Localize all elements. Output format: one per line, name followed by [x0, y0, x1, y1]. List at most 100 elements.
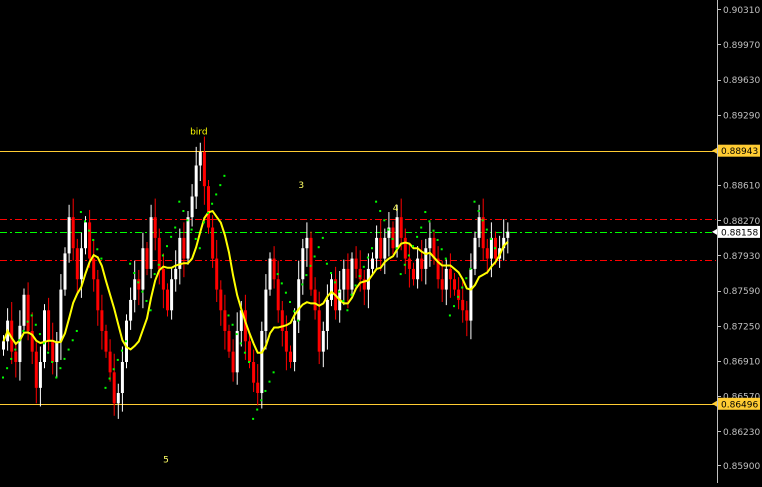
- annotation-label: 4: [393, 204, 399, 214]
- candle-body: [272, 258, 276, 280]
- candle-body: [481, 217, 485, 249]
- candle-body: [260, 330, 264, 394]
- trail-dot: [485, 228, 488, 231]
- trail-dot: [198, 247, 201, 250]
- candle-body: [256, 382, 260, 394]
- candle-body: [198, 152, 202, 166]
- candle-body: [248, 341, 251, 362]
- trail-dot: [297, 319, 300, 322]
- candle-body: [289, 351, 292, 362]
- trail-dot: [38, 333, 41, 336]
- trail-dot: [436, 238, 439, 241]
- trail-dot: [301, 283, 304, 286]
- candle-body: [215, 258, 219, 290]
- trail-dot: [366, 256, 369, 259]
- candle-body: [51, 341, 55, 362]
- candle-body: [34, 351, 38, 388]
- candle-body: [379, 237, 383, 259]
- trail-dot: [395, 247, 398, 250]
- trail-dot: [272, 371, 275, 374]
- trail-dot: [79, 211, 82, 214]
- trail-dot: [481, 219, 484, 222]
- candle-body: [174, 268, 178, 280]
- candle-body: [371, 258, 374, 269]
- trail-dot: [375, 200, 378, 203]
- trail-dot: [51, 360, 54, 363]
- trail-dot: [444, 257, 447, 260]
- trail-dot: [190, 228, 193, 231]
- candle-body: [264, 289, 268, 331]
- y-tick-label: 0.86230: [723, 428, 760, 438]
- candle-body: [489, 237, 493, 259]
- trail-dot: [256, 408, 259, 411]
- trail-dot: [313, 255, 316, 258]
- candle-body: [63, 253, 67, 290]
- candle-body: [284, 330, 288, 352]
- trail-dot: [293, 310, 296, 313]
- candle-body: [252, 361, 256, 383]
- trail-dot: [494, 247, 496, 250]
- trail-dot: [330, 272, 332, 275]
- y-tick-label: 0.85900: [723, 462, 760, 472]
- candle-body: [141, 248, 145, 290]
- trail-dot: [453, 305, 455, 308]
- trail-dot: [379, 209, 382, 212]
- trail-dot: [202, 221, 205, 224]
- candle-body: [309, 237, 313, 290]
- candle-body: [313, 289, 317, 311]
- chart-canvas: bird 3 4 5 0.90310 0.89970 0.89630 0.89290 0.88…: [0, 0, 762, 483]
- trail-dot: [18, 339, 21, 342]
- trail-dot: [88, 229, 91, 232]
- candle-body: [161, 268, 165, 290]
- trail-dot: [346, 309, 349, 312]
- trail-dot: [284, 291, 287, 294]
- candle-body: [194, 165, 198, 197]
- trail-dot: [92, 238, 95, 241]
- trail-dot: [268, 380, 271, 383]
- candle-body: [84, 222, 87, 249]
- annotation-label: 5: [163, 455, 169, 465]
- candle-body: [88, 222, 92, 259]
- price-chart: bird 3 4 5 0.90310 0.89970 0.89630 0.89290 0.88…: [0, 0, 762, 483]
- trail-dot: [334, 281, 337, 284]
- candle-body: [485, 248, 489, 259]
- trail-dot: [100, 257, 103, 260]
- candle-body: [420, 258, 424, 269]
- trail-dot: [43, 342, 45, 345]
- trail-dot: [383, 219, 386, 222]
- trail-dot: [407, 254, 410, 257]
- trail-dot: [116, 358, 119, 361]
- candle-body: [149, 217, 153, 269]
- candle-body: [375, 237, 379, 259]
- candle-body: [424, 248, 428, 269]
- trail-dot: [309, 264, 312, 267]
- trail-dot: [108, 377, 111, 380]
- trail-dot: [325, 262, 328, 265]
- trail-dot: [96, 248, 99, 251]
- trail-dot: [133, 272, 136, 275]
- candle-body: [55, 341, 59, 362]
- candle-body: [440, 279, 444, 290]
- candle-body: [354, 258, 358, 269]
- y-tick-label: 0.89630: [723, 76, 760, 86]
- trail-dot: [174, 226, 177, 229]
- trail-dot: [391, 237, 394, 240]
- candle-body: [67, 217, 71, 254]
- trail-dot: [207, 212, 209, 215]
- candle-body: [506, 231, 510, 238]
- candle-body: [186, 217, 190, 259]
- candle-body: [202, 152, 206, 187]
- trail-dot: [473, 200, 476, 203]
- trail-dot: [75, 329, 78, 332]
- candle-body: [268, 258, 272, 290]
- trail-dot: [153, 273, 156, 276]
- trail-dot: [461, 286, 464, 289]
- candle-body: [219, 289, 223, 311]
- trail-dot: [26, 320, 29, 323]
- candle-body: [350, 258, 354, 290]
- candle-body: [100, 310, 104, 331]
- candle-body: [383, 237, 387, 259]
- y-tick-label: 0.87250: [723, 322, 760, 332]
- y-tick-label: 0.89970: [723, 41, 760, 51]
- trail-dot: [112, 368, 115, 371]
